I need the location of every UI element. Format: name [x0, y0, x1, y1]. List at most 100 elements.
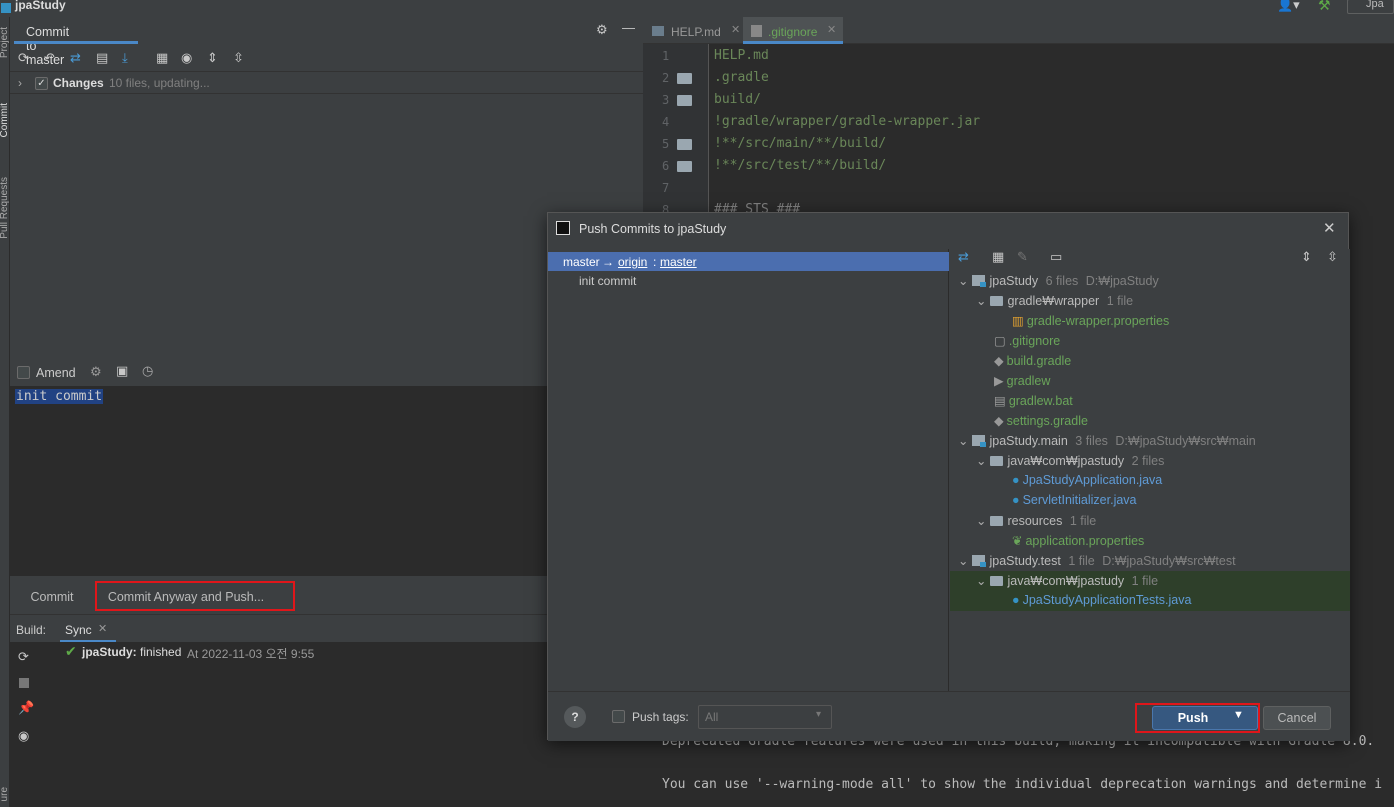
tree-folder-name: java₩com₩jpastudy [1007, 574, 1125, 588]
close-icon[interactable]: ✕ [98, 622, 107, 635]
line-number: 1 [662, 49, 670, 63]
changed-files-panel: ⇄ ▦ ✎ ▭ ⇕ ⇳ ⌄ jpaStudy 6 files D:₩jpaStud… [950, 249, 1350, 691]
update-icon[interactable]: ⤓ [122, 50, 128, 66]
pull-requests-tool-tab[interactable]: Pull Requests [0, 177, 10, 239]
eye-icon[interactable]: ◉ [181, 50, 192, 66]
tree-folder-test-java[interactable]: ⌄ java₩com₩jpastudy 1 file [976, 573, 1158, 588]
push-tags-checkbox[interactable] [612, 710, 625, 723]
amend-checkbox[interactable] [17, 366, 30, 379]
tree-file-name: settings.gradle [1006, 414, 1088, 428]
refresh-icon[interactable]: ⟳ [18, 50, 29, 66]
tree-folder-resources[interactable]: ⌄ resources 1 file [976, 513, 1096, 528]
collapse-all-icon[interactable]: ⇳ [1327, 249, 1338, 265]
push-tags-value: All [705, 710, 719, 724]
preview-icon[interactable]: ▭ [1050, 249, 1062, 265]
expand-all-icon[interactable]: ⇕ [207, 50, 218, 66]
tree-folder-name: gradle₩wrapper [1007, 294, 1100, 308]
remote-branch-link[interactable]: master [660, 255, 697, 269]
commit-button[interactable]: Commit [18, 585, 86, 609]
project-tool-tab[interactable]: Project [0, 27, 10, 58]
rerun-icon[interactable]: ⟳ [18, 649, 29, 665]
tree-file-settings-gradle[interactable]: ◆ settings.gradle [994, 413, 1088, 428]
line-number: 3 [662, 93, 670, 107]
tab-gitignore[interactable]: .gitignore ✕ [743, 17, 843, 44]
tree-file-build-gradle[interactable]: ◆ build.gradle [994, 353, 1071, 368]
tree-file-jpastudy-application[interactable]: ● JpaStudyApplication.java [1012, 473, 1162, 487]
file-tree: ⌄ jpaStudy 6 files D:₩jpaStudy ⌄ gradle₩wr… [950, 273, 1350, 693]
tree-root-jpastudy-test[interactable]: ⌄ jpaStudy.test 1 file D:₩jpaStudy₩src₩te… [958, 553, 1236, 568]
tree-file-gradlew-bat[interactable]: ▤ gradlew.bat [994, 393, 1073, 408]
structure-tool-tab[interactable]: ure [0, 787, 10, 801]
tool-window-strip: Project Commit Pull Requests ure [0, 17, 10, 807]
chevron-down-icon: ▾ [816, 709, 822, 720]
eye-dropdown-icon[interactable]: ◉ [18, 728, 29, 744]
commit-message-text: init commit [15, 389, 104, 404]
properties-file-icon: ▥ [1012, 314, 1024, 328]
close-tab-icon[interactable]: ✕ [731, 23, 740, 36]
tree-path: D:₩jpaStudy [1085, 274, 1159, 288]
help-button[interactable]: ? [564, 706, 586, 728]
changes-node[interactable]: › ✓ Changes 10 files, updating... [10, 73, 643, 94]
chevron-down-icon: ⌄ [976, 574, 987, 588]
commit-template-icon[interactable]: ▣ [116, 363, 128, 379]
user-icon[interactable]: 👤▾ [1277, 0, 1300, 13]
group-by-icon[interactable]: ▦ [156, 50, 168, 66]
commit-tool-tab[interactable]: Commit [0, 103, 10, 137]
folder-icon [677, 95, 692, 106]
tree-file-gitignore[interactable]: ▢ .gitignore [994, 333, 1060, 348]
history-clock-icon[interactable]: ◷ [142, 363, 153, 379]
branch-row[interactable]: master → origin : master [548, 252, 949, 271]
gear-icon[interactable]: ⚙ [596, 22, 608, 38]
tree-root-name: jpaStudy.test [989, 554, 1061, 568]
dialog-title: Push Commits to jpaStudy [579, 222, 727, 236]
ignore-file-icon: ▢ [994, 334, 1006, 348]
folder-icon [990, 516, 1004, 526]
minimize-icon[interactable]: — [622, 20, 635, 35]
tree-count: 6 files [1045, 274, 1079, 288]
check-icon: ✔ [65, 643, 77, 659]
close-dialog-icon[interactable]: ✕ [1323, 219, 1336, 237]
branch-separator: : [653, 255, 657, 269]
rollback-icon[interactable]: ↶ [44, 50, 55, 66]
changes-checkbox[interactable]: ✓ [35, 77, 48, 90]
tree-folder-gradle-wrapper[interactable]: ⌄ gradle₩wrapper 1 file [976, 293, 1133, 308]
java-class-icon: ● [1012, 593, 1020, 607]
close-tab-icon[interactable]: ✕ [827, 23, 836, 36]
tree-count: 1 file [1106, 294, 1134, 308]
tab-help-md[interactable]: HELP.md ✕ [647, 17, 743, 44]
tree-folder-name: resources [1007, 514, 1063, 528]
tab-help-md-label: HELP.md [671, 25, 721, 39]
collapse-all-icon[interactable]: ⇳ [233, 50, 244, 66]
settings-gear-icon[interactable]: ⚙ [90, 364, 102, 380]
tree-file-gradle-wrapper-properties[interactable]: ▥ gradle-wrapper.properties [1012, 313, 1169, 328]
tree-count: 1 file [1131, 574, 1159, 588]
diff-icon[interactable]: ⇄ [70, 50, 81, 66]
run-config-label: Jpa [1366, 0, 1384, 10]
changes-count: 10 files, updating... [109, 76, 210, 90]
shelve-icon[interactable]: ▤ [96, 50, 108, 66]
diff-icon[interactable]: ⇄ [958, 249, 969, 265]
cancel-button[interactable]: Cancel [1263, 706, 1331, 730]
stop-icon[interactable] [19, 678, 29, 688]
tree-file-gradlew[interactable]: ▶ gradlew [994, 373, 1050, 388]
expand-all-icon[interactable]: ⇕ [1301, 249, 1312, 265]
build-hammer-icon[interactable]: ⚒ [1318, 0, 1331, 14]
chevron-right-icon[interactable]: › [18, 76, 22, 90]
tree-file-application-properties[interactable]: ❦ application.properties [1012, 533, 1144, 548]
tab-gitignore-label: .gitignore [768, 25, 818, 39]
tree-file-servlet-initializer[interactable]: ● ServletInitializer.java [1012, 493, 1137, 507]
line-number: 2 [662, 71, 670, 85]
remote-name-link[interactable]: origin [618, 255, 647, 269]
tree-root-jpastudy[interactable]: ⌄ jpaStudy 6 files D:₩jpaStudy [958, 273, 1159, 288]
pin-icon[interactable]: 📌 [18, 700, 34, 716]
commit-entry[interactable]: init commit [579, 274, 636, 288]
tree-file-jpastudy-application-tests[interactable]: ● JpaStudyApplicationTests.java [1012, 593, 1191, 607]
tree-folder-name: java₩com₩jpastudy [1007, 454, 1125, 468]
line-gutter [643, 44, 709, 224]
edit-icon[interactable]: ✎ [1017, 249, 1028, 265]
group-by-icon[interactable]: ▦ [992, 249, 1004, 265]
tree-root-jpastudy-main[interactable]: ⌄ jpaStudy.main 3 files D:₩jpaStudy₩src₩m… [958, 433, 1256, 448]
commit-toolbar: ⟳ ↶ ⇄ ▤ ⤓ ▦ ◉ ⇕ ⇳ [10, 46, 643, 72]
tree-folder-main-java[interactable]: ⌄ java₩com₩jpastudy 2 files [976, 453, 1164, 468]
code-line: .gradle [714, 70, 769, 85]
